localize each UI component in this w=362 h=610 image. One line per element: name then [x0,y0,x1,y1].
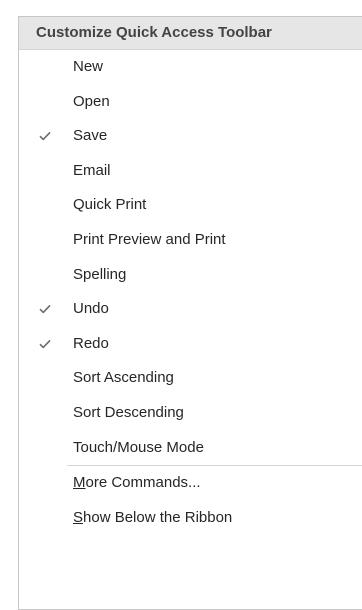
menu-item-label: Touch/Mouse Mode [73,438,204,456]
checkmark-icon [37,223,53,257]
access-key: S [73,508,84,526]
checkmark-icon [37,292,53,326]
menu-item-touch-mouse-mode[interactable]: Touch/Mouse Mode [19,431,362,466]
checkmark-icon [37,188,53,222]
checkmark-icon [37,50,53,84]
menu-item-label: Spelling [73,265,127,283]
menu-item-save[interactable]: Save [19,119,362,154]
menu-item-email[interactable]: Email [19,154,362,189]
menu-item-label: New [73,58,104,75]
access-key: M [73,474,86,492]
checkmark-icon [37,396,53,430]
menu-item-label: Undo [73,300,109,318]
checkmark-icon [37,119,53,153]
menu-item-redo[interactable]: Redo [19,327,362,362]
menu-item-list: New Open Save Email Quick Print Print Pr… [19,50,362,535]
menu-item-more-commands[interactable]: More Commands... [19,466,362,501]
menu-item-spelling[interactable]: Spelling [19,258,362,293]
checkmark-icon [37,85,53,119]
menu-item-label: Save [73,127,108,145]
checkmark-icon [37,258,53,292]
menu-item-print-preview[interactable]: Print Preview and Print [19,223,362,258]
menu-title: Customize Quick Access Toolbar [19,17,362,50]
menu-item-label: Print Preview and Print [73,230,226,248]
menu-item-show-below-ribbon[interactable]: Show Below the Ribbon [19,501,362,536]
menu-item-label: Sort Descending [73,403,184,421]
checkmark-icon [37,361,53,395]
menu-item-label: ore Commands... [85,474,201,492]
menu-item-label: Quick Print [73,196,147,214]
menu-item-label: Open [73,92,110,110]
menu-item-sort-descending[interactable]: Sort Descending [19,396,362,431]
checkmark-icon [37,154,53,188]
menu-item-sort-ascending[interactable]: Sort Ascending [19,361,362,396]
menu-item-label: Sort Ascending [73,369,174,387]
checkmark-icon [37,327,53,361]
menu-item-label: Redo [73,334,109,352]
menu-item-new[interactable]: New [19,50,362,85]
menu-item-open[interactable]: Open [19,85,362,120]
menu-item-undo[interactable]: Undo [19,292,362,327]
menu-item-label: how Below the Ribbon [83,508,233,526]
checkmark-icon [37,431,53,465]
menu-item-label: Email [73,161,111,179]
menu-item-quick-print[interactable]: Quick Print [19,188,362,223]
customize-quick-access-toolbar-menu: Customize Quick Access Toolbar New Open … [18,16,362,610]
